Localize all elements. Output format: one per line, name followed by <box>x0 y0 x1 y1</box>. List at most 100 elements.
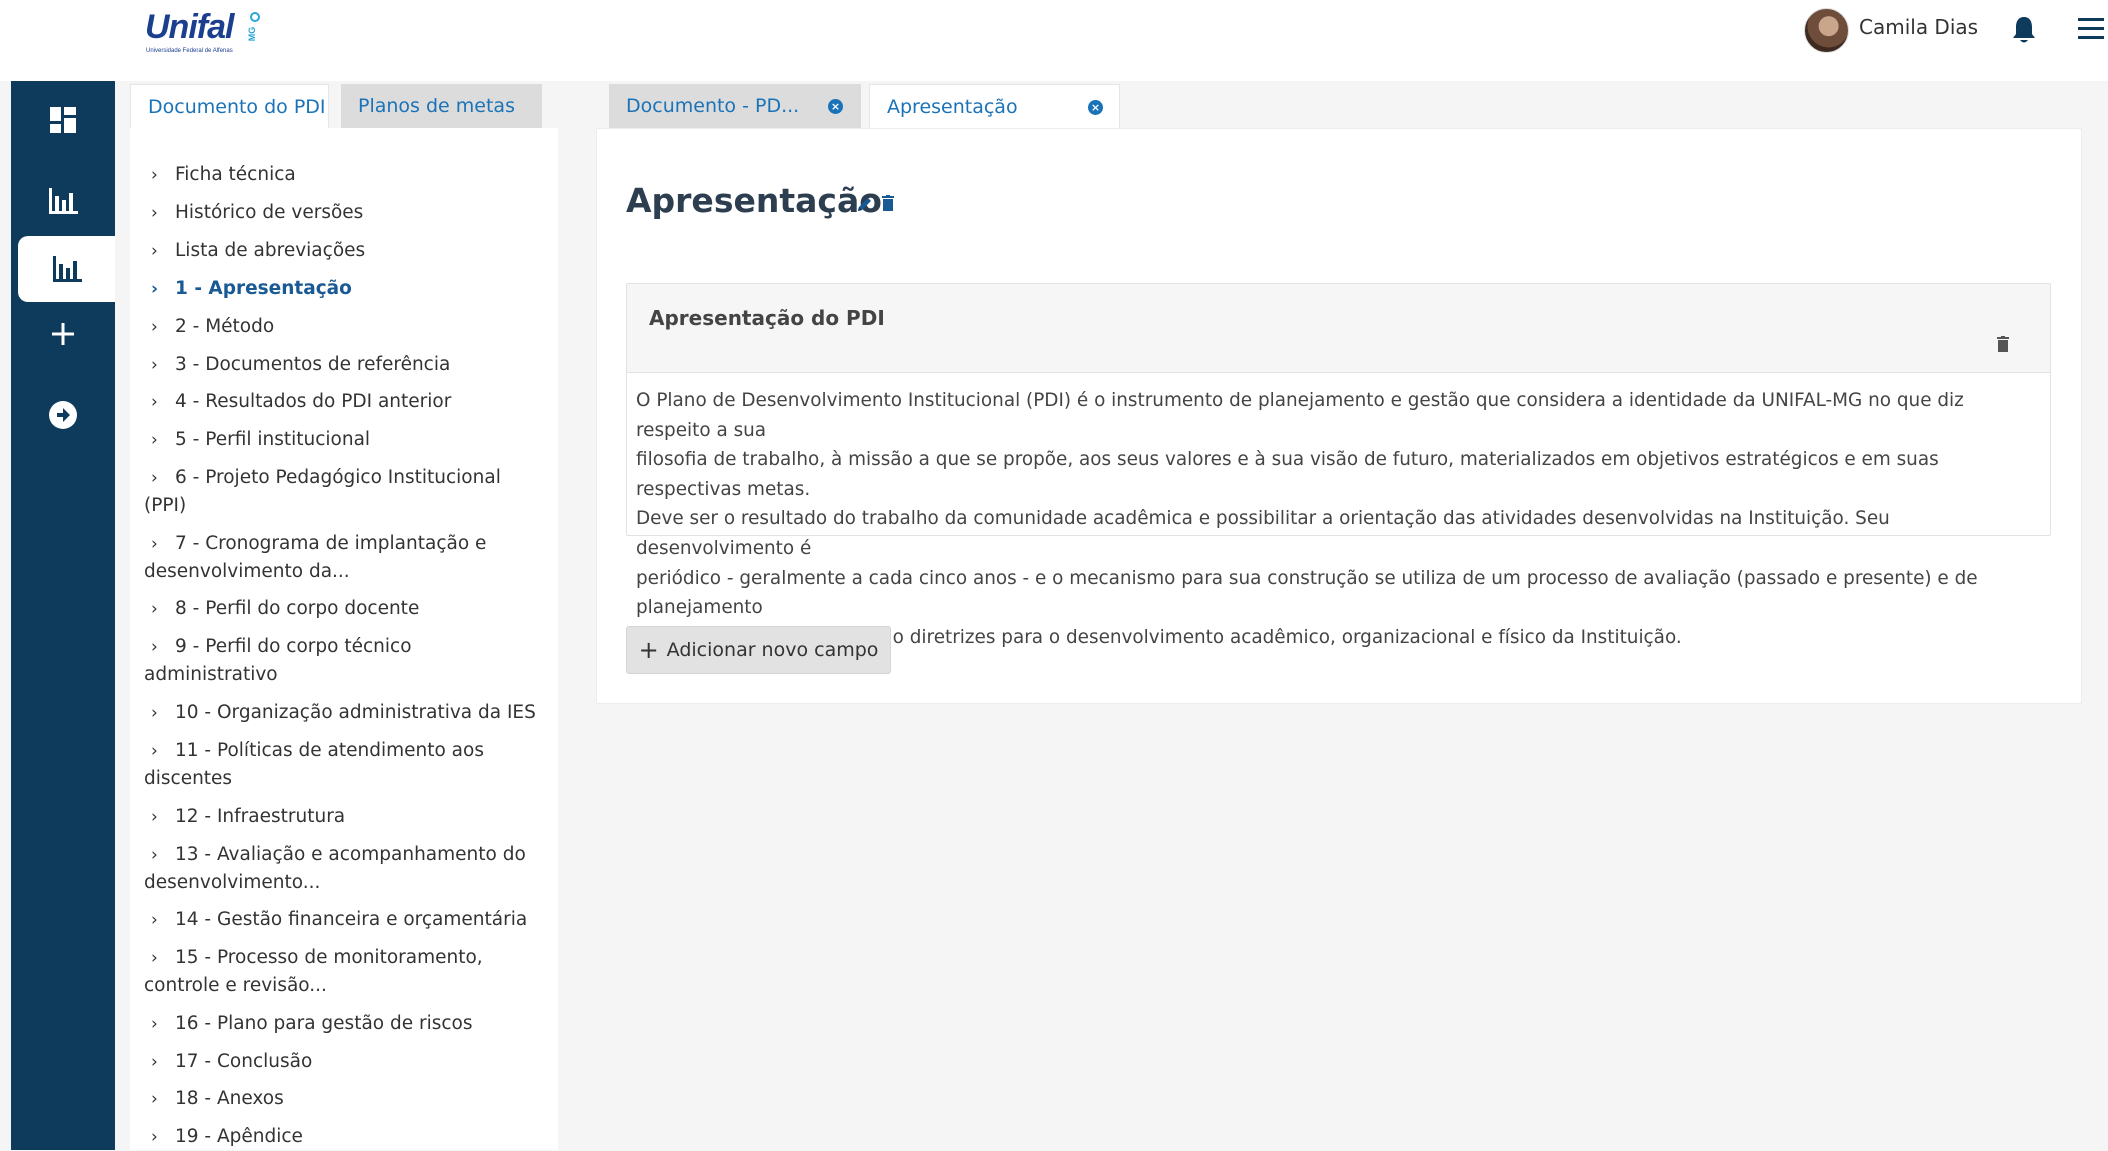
tree-item-label: Lista de abreviações <box>175 240 366 261</box>
tree-item[interactable]: › 8 - Perfil do corpo docente <box>144 595 549 623</box>
chevron-right-icon: › <box>151 1052 158 1072</box>
tree-item[interactable]: › 2 - Método <box>144 313 549 341</box>
chevron-right-icon: › <box>151 430 158 450</box>
tree-item-label: 8 - Perfil do corpo docente <box>175 598 420 619</box>
logo-badge: MG <box>247 12 262 46</box>
chevron-right-icon: › <box>151 948 158 968</box>
trash-icon[interactable] <box>882 195 894 211</box>
tree-item-label: 4 - Resultados do PDI anterior <box>175 391 452 412</box>
document-tree: › Ficha técnica › Histórico de versões › Li… <box>130 128 558 1150</box>
tree-item[interactable]: › 10 - Organização administrativa da IES <box>144 699 549 727</box>
tree-item[interactable]: › 7 - Cronograma de implantação e desenvol… <box>144 530 549 586</box>
tree-item[interactable]: › Ficha técnica <box>144 161 549 189</box>
tree-item[interactable]: › 13 - Avaliação e acompanhamento do desen… <box>144 841 549 897</box>
tree-item[interactable]: › 6 - Projeto Pedagógico Institucional (PP… <box>144 464 549 520</box>
add-field-button[interactable]: + Adicionar novo campo <box>626 626 891 674</box>
tree-item[interactable]: › 19 - Apêndice <box>144 1123 549 1151</box>
tree-item[interactable]: › 3 - Documentos de referência <box>144 351 549 379</box>
tree-item[interactable]: › 14 - Gestão financeira e orçamentária <box>144 906 549 934</box>
chevron-right-icon: › <box>151 317 158 337</box>
logo-mark-icon: MG <box>247 12 260 42</box>
tree-item[interactable]: › 11 - Políticas de atendimento aos discen… <box>144 737 549 793</box>
field-card: Apresentação do PDI O Plano de Desenvolv… <box>626 283 2051 648</box>
tab-label: Apresentação <box>887 96 1018 118</box>
tree-item-label: 17 - Conclusão <box>175 1051 313 1072</box>
close-icon[interactable]: × <box>828 99 843 114</box>
tree-item-label: 11 - Políticas de atendimento aos <box>175 740 484 761</box>
bar-chart-icon <box>49 188 78 214</box>
tree-item-label-cont: administrativo <box>144 664 278 685</box>
tree-item[interactable]: › 9 - Perfil do corpo técnico administrati… <box>144 633 549 689</box>
tab-apresentacao[interactable]: Apresentação × <box>869 84 1120 128</box>
tree-item[interactable]: › 12 - Infraestrutura <box>144 803 549 831</box>
tree-item-label: 12 - Infraestrutura <box>175 806 346 827</box>
tree-item[interactable]: › Lista de abreviações <box>144 237 549 265</box>
chevron-right-icon: › <box>151 1089 158 1109</box>
tree-item[interactable]: › 18 - Anexos <box>144 1085 549 1113</box>
top-header: Unifal MG Universidade Federal de Alfena… <box>0 0 2108 81</box>
logo-subtitle: Universidade Federal de Alfenas <box>146 48 233 54</box>
tree-item-label: 10 - Organização administrativa da IES <box>175 702 536 723</box>
sidebar-item-dashboard[interactable] <box>11 87 115 153</box>
close-icon[interactable]: × <box>1088 100 1103 115</box>
chevron-right-icon: › <box>151 910 158 930</box>
tree-item-label-cont: discentes <box>144 768 233 789</box>
tree-item-label: 3 - Documentos de referência <box>175 354 451 375</box>
tree-item[interactable]: › 17 - Conclusão <box>144 1048 549 1076</box>
tree-item-label: 19 - Apêndice <box>175 1126 303 1147</box>
logo-badge-text: MG <box>248 27 257 42</box>
page-title: Apresentação <box>626 181 882 220</box>
sidebar-item-add[interactable] <box>11 301 115 367</box>
avatar[interactable] <box>1804 8 1849 53</box>
sidebar-item-planning[interactable] <box>18 236 115 302</box>
tab-documento-pdi[interactable]: Documento - PD... × <box>609 84 861 128</box>
chevron-right-icon: › <box>151 599 158 619</box>
user-name[interactable]: Camila Dias <box>1859 15 1978 39</box>
tree-item[interactable]: › 15 - Processo de monitoramento, controle… <box>144 944 549 1000</box>
field-header: Apresentação do PDI <box>627 284 2050 373</box>
chevron-right-icon: › <box>151 1014 158 1034</box>
chevron-right-icon: › <box>151 203 158 223</box>
tree-item[interactable]: › 5 - Perfil institucional <box>144 426 549 454</box>
chevron-right-icon: › <box>151 355 158 375</box>
field-body-line: O Plano de Desenvolvimento Institucional… <box>636 390 1964 441</box>
tree-item-label: 7 - Cronograma de implantação e <box>175 533 487 554</box>
chevron-right-icon: › <box>151 392 158 412</box>
plus-icon: + <box>638 636 659 664</box>
notification-bell-icon[interactable] <box>2009 14 2039 46</box>
chevron-right-icon: › <box>151 534 158 554</box>
sidebar <box>11 81 115 1150</box>
tree-item[interactable]: › 16 - Plano para gestão de riscos <box>144 1010 549 1038</box>
add-field-label: Adicionar novo campo <box>666 639 879 661</box>
tree-item-label: 1 - Apresentação <box>175 278 352 299</box>
hamburger-menu-icon[interactable] <box>2078 18 2108 42</box>
chevron-right-icon: › <box>151 279 159 299</box>
chevron-right-icon: › <box>151 703 158 723</box>
chevron-right-icon: › <box>151 845 158 865</box>
field-body[interactable]: O Plano de Desenvolvimento Institucional… <box>636 386 2041 652</box>
chevron-right-icon: › <box>151 741 158 761</box>
trash-icon[interactable] <box>1996 336 2010 352</box>
sidebar-item-reports[interactable] <box>11 168 115 234</box>
dashboard-icon <box>50 107 76 133</box>
tab-label: Documento - PD... <box>626 95 800 117</box>
unifal-logo[interactable]: Unifal MG Universidade Federal de Alfena… <box>145 8 263 58</box>
field-title: Apresentação do PDI <box>649 306 885 330</box>
tree-item-label: 5 - Perfil institucional <box>175 429 371 450</box>
title-actions <box>856 195 894 215</box>
tab-documento-do-pdi[interactable]: Documento do PDI <box>130 84 329 128</box>
arrow-circle-right-icon <box>49 401 77 429</box>
chevron-right-icon: › <box>151 241 158 261</box>
bar-chart-icon <box>52 256 82 282</box>
pencil-icon[interactable] <box>856 195 874 213</box>
chevron-right-icon: › <box>151 165 158 185</box>
sidebar-item-logout[interactable] <box>11 382 115 448</box>
tree-item-label: 16 - Plano para gestão de riscos <box>175 1013 473 1034</box>
tree-item[interactable]: › 4 - Resultados do PDI anterior <box>144 388 549 416</box>
tree-item-label: 18 - Anexos <box>175 1088 284 1109</box>
tree-item-active[interactable]: › 1 - Apresentação <box>144 275 549 303</box>
tab-planos-de-metas[interactable]: Planos de metas <box>341 84 542 128</box>
user-area: Camila Dias <box>1768 0 2108 60</box>
tree-item-label-cont: desenvolvimento... <box>144 872 321 893</box>
tree-item[interactable]: › Histórico de versões <box>144 199 549 227</box>
